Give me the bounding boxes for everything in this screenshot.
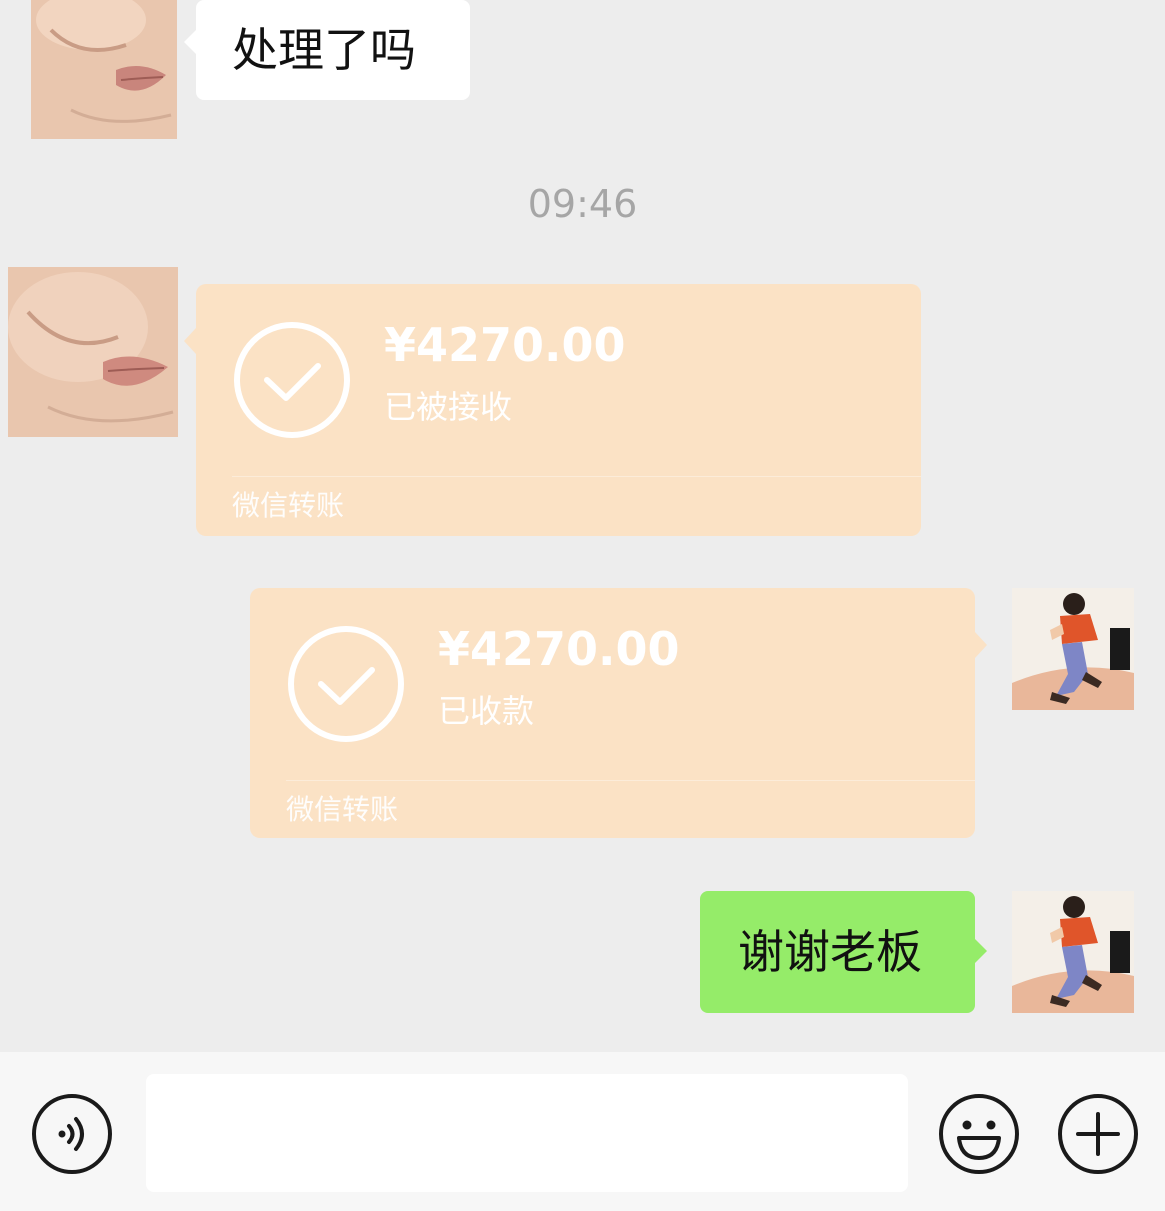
contact-avatar[interactable] [31,0,177,139]
message-timestamp: 09:46 [527,182,638,226]
emoji-icon[interactable] [937,1092,1021,1176]
transfer-divider [232,476,921,477]
transfer-amount: ¥4270.00 [438,622,680,676]
transfer-status: 已收款 [438,692,535,730]
check-circle-icon [288,626,404,742]
transfer-status: 已被接收 [384,388,513,426]
transfer-amount: ¥4270.00 [384,318,626,372]
contact-avatar[interactable] [8,267,178,437]
message-bubble-outgoing[interactable]: 谢谢老板 [700,891,987,1013]
transfer-divider [286,780,975,781]
transfer-card-received[interactable]: ¥4270.00 已收款 微信转账 [250,588,987,838]
message-text: 谢谢老板 [738,925,922,979]
message-text: 处理了吗 [232,23,416,77]
my-avatar[interactable] [1012,588,1134,710]
chat-input-bar [0,1052,1165,1211]
transfer-card-accepted[interactable]: ¥4270.00 已被接收 微信转账 [184,284,921,536]
voice-icon[interactable] [30,1092,114,1176]
plus-icon[interactable] [1056,1092,1140,1176]
message-input[interactable] [146,1074,908,1192]
transfer-service-label: 微信转账 [232,489,345,522]
check-circle-icon [234,322,350,438]
transfer-service-label: 微信转账 [286,793,399,826]
my-avatar[interactable] [1012,891,1134,1013]
message-bubble-incoming[interactable]: 处理了吗 [184,0,470,100]
